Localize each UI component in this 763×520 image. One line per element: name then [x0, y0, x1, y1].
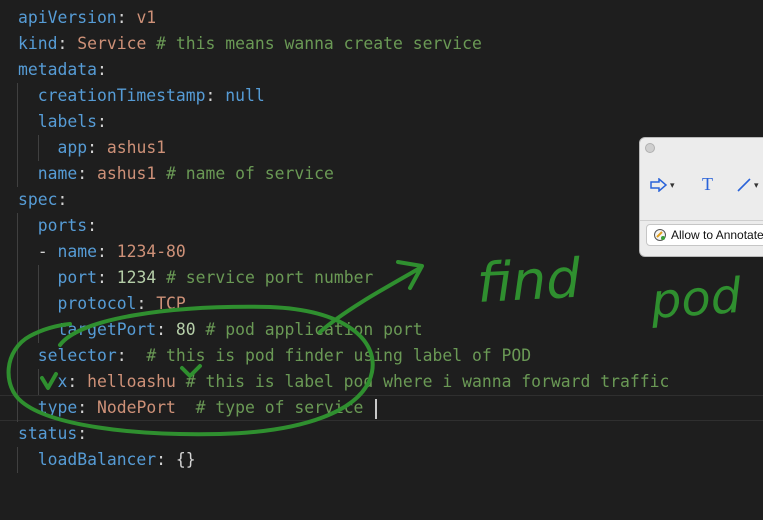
- line-icon: [737, 178, 751, 192]
- code-token: x: [57, 372, 68, 391]
- code-token: # this is pod finder using label of POD: [146, 346, 532, 365]
- chevron-down-icon: ▾: [670, 180, 675, 191]
- code-token: :: [156, 320, 176, 339]
- code-line[interactable]: targetPort: 80 # pod application port: [0, 317, 763, 343]
- code-token: :: [136, 294, 157, 313]
- code-token: :: [96, 242, 117, 261]
- code-token: :: [87, 216, 97, 235]
- allow-to-annotate-button[interactable]: Allow to Annotate: [646, 224, 763, 246]
- code-line[interactable]: metadata:: [0, 57, 763, 83]
- code-token: ashus1: [96, 164, 157, 183]
- code-token: labels: [37, 112, 97, 131]
- code-line[interactable]: loadBalancer: {}: [0, 447, 763, 473]
- code-token: :: [205, 86, 226, 105]
- code-line[interactable]: selector: # this is pod finder using lab…: [0, 343, 763, 369]
- code-line[interactable]: protocol: TCP: [0, 291, 763, 317]
- code-token: loadBalancer: [37, 450, 157, 469]
- text-cursor: [375, 398, 378, 419]
- code-line[interactable]: port: 1234 # service port number: [0, 265, 763, 291]
- annotate-icon: [654, 229, 666, 241]
- arrow-shape-icon: [650, 177, 668, 193]
- code-token: spec: [18, 190, 58, 209]
- code-token: status: [18, 424, 78, 443]
- text-tool-button[interactable]: T: [702, 172, 713, 196]
- arrow-shape-tool-button[interactable]: ▾: [650, 172, 675, 196]
- code-token: :: [77, 398, 97, 417]
- text-tool-label: T: [702, 174, 713, 194]
- code-line[interactable]: status:: [0, 421, 763, 447]
- code-token: port: [57, 268, 97, 287]
- code-token: :: [116, 346, 147, 365]
- code-token: -: [18, 242, 58, 261]
- code-token: # name of service: [156, 164, 334, 183]
- code-token: # type of service: [175, 398, 374, 417]
- code-token: v1: [136, 8, 157, 27]
- allow-to-annotate-label: Allow to Annotate: [671, 228, 763, 242]
- code-editor[interactable]: apiVersion: v1 kind: Service # this means…: [0, 0, 763, 520]
- code-token: :: [96, 60, 107, 79]
- code-token: :: [67, 372, 88, 391]
- code-token: ports: [37, 216, 88, 235]
- code-token: # this is label pod where i wanna forwar…: [175, 372, 670, 391]
- code-token: 1234: [116, 268, 157, 287]
- code-token: NodePort: [96, 398, 176, 417]
- code-token: Service: [77, 34, 147, 53]
- code-token: :: [87, 138, 107, 157]
- line-tool-button[interactable]: ▾: [736, 172, 759, 196]
- code-token: kind: [18, 34, 58, 53]
- chevron-down-icon: ▾: [754, 180, 759, 191]
- code-token: :: [57, 34, 78, 53]
- code-line[interactable]: creationTimestamp: null: [0, 83, 763, 109]
- code-token: selector: [37, 346, 117, 365]
- code-token: :: [77, 164, 97, 183]
- code-token: type: [37, 398, 78, 417]
- code-token: :: [96, 268, 117, 287]
- code-token: # service port number: [156, 268, 374, 287]
- code-token: {}: [175, 450, 196, 469]
- toolbar-divider: [640, 220, 763, 221]
- code-line[interactable]: apiVersion: v1: [0, 5, 763, 31]
- code-token: 80: [175, 320, 196, 339]
- close-dot-icon[interactable]: [645, 143, 655, 153]
- code-token: 1234-80: [116, 242, 186, 261]
- code-token: protocol: [57, 294, 137, 313]
- code-token: :: [116, 8, 137, 27]
- code-token: app: [57, 138, 88, 157]
- code-token: null: [225, 86, 265, 105]
- code-line[interactable]: labels:: [0, 109, 763, 135]
- code-token: TCP: [156, 294, 186, 313]
- code-token: # this means wanna create service: [146, 34, 482, 53]
- code-token: creationTimestamp: [37, 86, 206, 105]
- code-token: metadata: [18, 60, 97, 79]
- code-token: :: [96, 112, 107, 131]
- code-token: targetPort: [57, 320, 157, 339]
- code-token: name: [57, 242, 97, 261]
- code-line[interactable]: x: helloashu # this is label pod where i…: [0, 369, 763, 395]
- code-token: helloashu: [87, 372, 176, 391]
- code-token: # pod application port: [195, 320, 423, 339]
- code-line[interactable]: kind: Service # this means wanna create …: [0, 31, 763, 57]
- code-token: apiVersion: [18, 8, 117, 27]
- code-token: :: [156, 450, 176, 469]
- annotation-toolbar: ▾ T ▾ Allow to Annotate: [639, 137, 763, 257]
- code-token: :: [77, 424, 88, 443]
- code-token: name: [37, 164, 78, 183]
- code-token: ashus1: [106, 138, 167, 157]
- code-line[interactable]: type: NodePort # type of service: [0, 395, 763, 422]
- code-token: :: [57, 190, 68, 209]
